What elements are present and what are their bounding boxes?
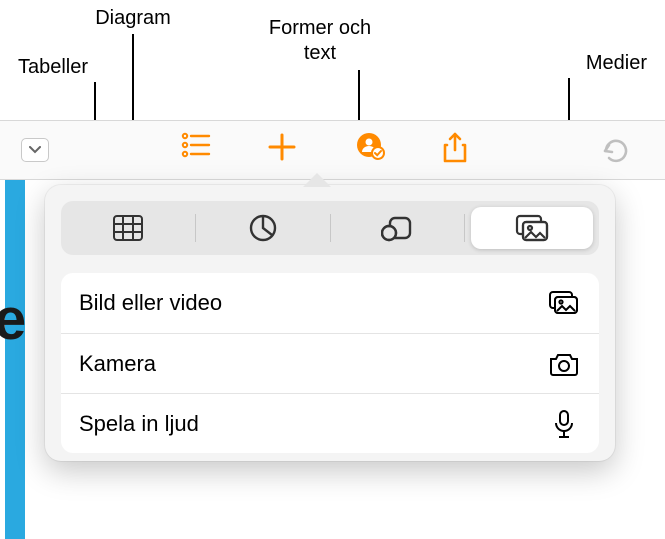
insert-popover: Bild eller video Kamera Spe (45, 185, 615, 461)
camera-icon (547, 351, 581, 377)
segment-shapes[interactable] (331, 201, 465, 255)
menu-label: Spela in ljud (79, 411, 199, 437)
collaborate-icon[interactable] (353, 132, 385, 169)
menu-label: Kamera (79, 351, 156, 377)
segment-media[interactable] (465, 201, 599, 255)
callout-charts: Diagram (80, 6, 186, 31)
media-menu-list: Bild eller video Kamera Spe (61, 273, 599, 453)
undo-icon[interactable] (599, 133, 631, 168)
insert-category-segmented-control (61, 201, 599, 255)
segment-tables[interactable] (61, 201, 195, 255)
segment-charts[interactable] (196, 201, 330, 255)
microphone-icon (547, 409, 581, 439)
menu-label: Bild eller video (79, 290, 222, 316)
plus-insert-icon[interactable] (267, 132, 297, 169)
main-toolbar (0, 120, 665, 180)
callout-shapes: Former och text (255, 16, 385, 66)
menu-item-camera[interactable]: Kamera (61, 333, 599, 393)
callout-tables: Tabeller (0, 55, 106, 80)
callout-media: Medier (547, 51, 647, 76)
list-view-icon[interactable] (181, 132, 211, 169)
menu-item-photo-or-video[interactable]: Bild eller video (61, 273, 599, 333)
dropdown-caret-button[interactable] (21, 138, 49, 162)
photo-library-icon (547, 290, 581, 316)
share-icon[interactable] (441, 132, 469, 169)
menu-item-record-audio[interactable]: Spela in ljud (61, 393, 599, 453)
cropped-text: e (0, 286, 25, 353)
